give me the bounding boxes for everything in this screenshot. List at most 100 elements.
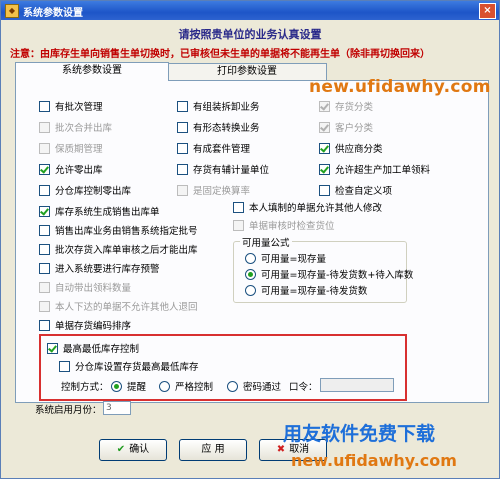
checkbox-box[interactable] [59,361,70,372]
title-bar[interactable]: ◆ 系统参数设置 × [1,1,499,20]
ok-button[interactable]: ✔ 确认 [99,439,167,461]
checkbox-aux-unit[interactable]: 存货有辅计量单位 [177,162,269,176]
checkbox-no-return-others[interactable]: 本人下达的单据不允许其他人退回 [39,299,198,313]
checkbox-box[interactable] [39,225,50,236]
apply-button[interactable]: 应 用 [179,439,247,461]
checkbox-batch-merge[interactable]: 批次合并出库 [39,120,112,134]
check-icon: ✔ [116,444,126,455]
checkbox-box[interactable] [39,244,50,255]
radio-dot[interactable] [245,269,256,280]
checkbox-box[interactable] [39,301,50,312]
checkbox-check-location[interactable]: 单据审核时检查货位 [233,218,335,232]
checkbox-label: 销售出库业务由销售系统指定批号 [55,226,198,237]
radio-label: 严格控制 [175,382,214,393]
start-month-input[interactable]: 3 [103,401,131,415]
checkbox-over-production-pick[interactable]: 允许超生产加工单领料 [319,162,430,176]
checkbox-kit-management[interactable]: 有成套件管理 [177,141,250,155]
checkbox-box[interactable] [39,122,50,133]
checkbox-fixed-rate[interactable]: 是固定换算率 [177,183,250,197]
radio-dot[interactable] [245,285,256,296]
checkbox-box[interactable] [39,143,50,154]
checkbox-box[interactable] [177,143,188,154]
checkbox-auto-pick-qty[interactable]: 自动带出领料数量 [39,280,131,294]
tab-system-params[interactable]: 系统参数设置 [15,62,169,81]
checkbox-label: 有成套件管理 [193,144,251,155]
checkbox-form-conversion[interactable]: 有形态转换业务 [177,120,260,134]
checkbox-label: 检查自定义项 [335,186,393,197]
checkbox-label: 允许超生产加工单领料 [335,165,431,176]
radio-qty-formula-3[interactable]: 可用量=现存量-待发货数 [245,283,367,297]
checkbox-min-max-stock[interactable]: 最高最低库存控制 [47,341,139,355]
checkbox-shelf-life[interactable]: 保质期管理 [39,141,103,155]
checkbox-label: 保质期管理 [55,144,103,155]
checkbox-label: 是固定换算率 [193,186,251,197]
radio-qty-formula-1[interactable]: 可用量=现存量 [245,251,326,265]
checkbox-box[interactable] [39,164,50,175]
checkbox-sort-by-code[interactable]: 单据存货编码排序 [39,318,131,332]
checkbox-box[interactable] [319,164,330,175]
checkbox-box[interactable] [233,202,244,213]
checkbox-box[interactable] [39,263,50,274]
checkbox-check-custom-fields[interactable]: 检查自定义项 [319,183,392,197]
close-icon[interactable]: × [479,3,496,19]
checkbox-label: 允许零出库 [55,165,103,176]
checkbox-label: 库存系统生成销售出库单 [55,207,160,218]
checkbox-box[interactable] [47,343,58,354]
apply-button-label: 应 用 [201,444,225,455]
checkbox-box[interactable] [319,185,330,196]
checkbox-sales-batch[interactable]: 销售出库业务由销售系统指定批号 [39,223,198,237]
checkbox-box[interactable] [177,101,188,112]
window-title: 系统参数设置 [23,8,83,19]
checkbox-label: 自动带出领料数量 [55,283,132,294]
checkbox-batch-audit-out[interactable]: 批次存货入库单审核之后才能出库 [39,242,198,256]
checkbox-box[interactable] [39,282,50,293]
radio-label: 可用量=现存量-待发货数 [261,286,368,297]
control-mode-label: 控制方式： [61,382,109,393]
checkbox-warehouse-zero-out[interactable]: 分仓库控制零出库 [39,183,131,197]
checkbox-label: 进入系统要进行库存预警 [55,264,160,275]
password-input[interactable] [320,378,394,392]
radio-dot[interactable] [245,253,256,264]
checkbox-warehouse-min-max[interactable]: 分仓库设置存货最高最低库存 [59,359,199,373]
radio-mode-remind[interactable]: 提醒 [111,379,146,393]
checkbox-allow-others-edit[interactable]: 本人填制的单据允许其他人修改 [233,200,382,214]
checkbox-assembly[interactable]: 有组装拆卸业务 [177,99,260,113]
checkbox-box[interactable] [177,122,188,133]
checkbox-box[interactable] [319,122,330,133]
watermark-url-bottom: new.ufidawhy.com [291,451,457,470]
checkbox-box[interactable] [39,185,50,196]
page-heading: 请按照贵单位的业务认真设置 [178,28,322,41]
checkbox-batch-management[interactable]: 有批次管理 [39,99,103,113]
checkbox-box[interactable] [319,143,330,154]
radio-dot[interactable] [159,381,170,392]
checkbox-label: 有组装拆卸业务 [193,102,260,113]
start-month-label: 系统启用月份： [35,405,102,416]
checkbox-supplier-class[interactable]: 供应商分类 [319,141,383,155]
checkbox-box[interactable] [233,220,244,231]
checkbox-customer-class[interactable]: 客户分类 [319,120,373,134]
checkbox-box[interactable] [177,164,188,175]
checkbox-label: 最高最低库存控制 [63,344,140,355]
checkbox-label: 本人下达的单据不允许其他人退回 [55,302,198,313]
checkbox-allow-zero-out[interactable]: 允许零出库 [39,162,103,176]
checkbox-label: 分仓库设置存货最高最低库存 [75,362,199,373]
available-qty-title: 可用量公式 [240,235,292,249]
ok-button-label: 确认 [129,444,150,455]
checkbox-generate-sales-out[interactable]: 库存系统生成销售出库单 [39,204,160,218]
checkbox-box[interactable] [39,206,50,217]
radio-mode-password[interactable]: 密码通过 [227,379,281,393]
checkbox-stock-warning[interactable]: 进入系统要进行库存预警 [39,261,160,275]
radio-dot[interactable] [111,381,122,392]
radio-mode-strict[interactable]: 严格控制 [159,379,213,393]
checkbox-box[interactable] [39,320,50,331]
checkbox-inventory-class[interactable]: 存货分类 [319,99,373,113]
radio-dot[interactable] [227,381,238,392]
radio-qty-formula-2[interactable]: 可用量=现存量-待发货数+待入库数 [245,267,413,281]
radio-label: 可用量=现存量 [261,254,326,265]
checkbox-label: 有批次管理 [55,102,103,113]
checkbox-box[interactable] [39,101,50,112]
checkbox-label: 批次存货入库单审核之后才能出库 [55,245,198,256]
checkbox-box[interactable] [177,185,188,196]
checkbox-box[interactable] [319,101,330,112]
tab-print-params[interactable]: 打印参数设置 [167,63,327,80]
